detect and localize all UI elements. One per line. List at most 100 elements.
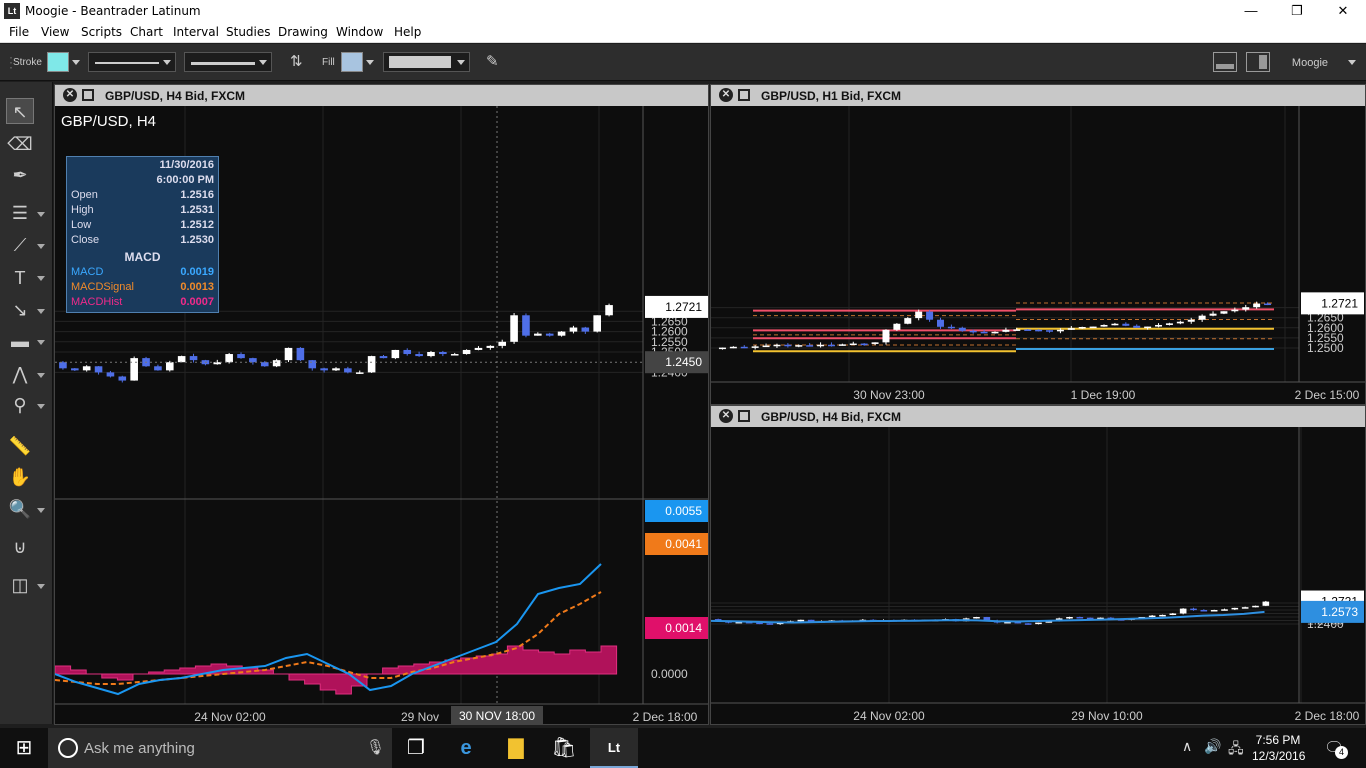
candle-body	[225, 354, 233, 363]
windows-taskbar: ⊞ Ask me anything 🎙 ❐ e ▇ 🛍 Lt ∧ 🔊 🖧 7:5…	[0, 728, 1366, 768]
price-tick-label: 1.2500	[1307, 341, 1344, 355]
low-label: Low	[71, 219, 92, 231]
close-icon[interactable]: ✕	[719, 409, 733, 423]
menu-studies[interactable]: Studies	[226, 25, 271, 39]
pointer-icon[interactable]: ↖	[6, 98, 34, 124]
fill-style-dropdown[interactable]	[383, 52, 470, 72]
eraser-icon[interactable]: ⌫	[6, 131, 34, 157]
system-clock[interactable]: 7:56 PM 12/3/2016	[1252, 732, 1306, 764]
candle-body	[177, 356, 186, 363]
layout-horizontal-icon[interactable]	[1213, 52, 1237, 72]
maximize-pane-icon[interactable]	[738, 410, 750, 422]
candle-body	[94, 366, 103, 373]
trendline-icon[interactable]: ⟋	[6, 232, 34, 258]
chart-toggle-icon[interactable]: ◫	[6, 572, 34, 598]
candle-body	[1221, 609, 1228, 611]
chart-pane-bottom-right[interactable]: ✕ GBP/USD, H4 Bid, FXCM 1.27001.26501.26…	[710, 405, 1366, 725]
chevron-down-icon[interactable]	[1348, 60, 1356, 65]
candle-body	[947, 326, 955, 329]
chevron-down-icon[interactable]	[72, 60, 80, 65]
candle-body	[860, 343, 868, 346]
candle-body	[1100, 324, 1108, 327]
stroke-style-dropdown[interactable]	[88, 52, 176, 72]
ma-price-tag: 1.2573	[1321, 605, 1358, 619]
ruler-icon[interactable]: 📏	[6, 433, 34, 459]
time-tick-label: 29 Nov 10:00	[1071, 709, 1143, 723]
chart-pane-top-right[interactable]: ✕ GBP/USD, H1 Bid, FXCM 1.27001.26501.26…	[710, 84, 1366, 405]
stroke-width-dropdown[interactable]	[184, 52, 272, 72]
candle-body	[510, 315, 518, 342]
candlestick-chart-h1[interactable]: 1.27001.26501.26001.25501.25001.272130 N…	[711, 106, 1365, 404]
candle-body	[59, 362, 67, 369]
horizontal-lines-icon[interactable]: ☰	[6, 200, 34, 226]
candle-body	[1148, 615, 1156, 618]
stroke-color-button[interactable]	[47, 52, 69, 72]
candle-body	[1089, 326, 1097, 329]
candle-body	[320, 368, 328, 371]
chart-background	[711, 427, 1365, 724]
chart-pane-left[interactable]: ✕ GBP/USD, H4 Bid, FXCM 1.27001.26501.26…	[54, 84, 709, 725]
pin-icon[interactable]: ✎	[486, 52, 499, 70]
maximize-pane-icon[interactable]	[738, 89, 750, 101]
high-value: 1.2531	[180, 204, 214, 216]
notification-count: 4	[1335, 746, 1348, 759]
rectangle-icon[interactable]: ▬	[6, 328, 34, 354]
layout-vertical-icon[interactable]	[1246, 52, 1270, 72]
menu-interval[interactable]: Interval	[173, 25, 219, 39]
maximize-button[interactable]: ❐	[1274, 0, 1320, 23]
arrow-icon[interactable]: ↘	[6, 297, 34, 323]
candle-body	[1209, 313, 1217, 316]
menu-file[interactable]: File	[9, 25, 29, 39]
candle-body	[973, 617, 980, 619]
close-icon[interactable]: ✕	[719, 88, 733, 102]
close-button[interactable]: ✕	[1320, 0, 1366, 23]
candle-body	[1200, 610, 1208, 612]
drawing-tools-panel: ↖ ⌫ ✒ ☰ ⟋ T ↘ ▬ ⋀ ⚲ 📏 ✋ 🔍 ⊍ ◫	[0, 82, 53, 724]
hand-icon[interactable]: ✋	[6, 464, 34, 490]
close-icon[interactable]: ✕	[63, 88, 77, 102]
microphone-icon[interactable]: 🎙	[366, 738, 385, 756]
candle-body	[1024, 329, 1032, 331]
last-price-tag: 1.2721	[1321, 296, 1358, 310]
store-icon[interactable]: 🛍	[540, 728, 588, 768]
candle-body	[740, 346, 748, 349]
clock-date: 12/3/2016	[1252, 749, 1306, 763]
taskbar-app-lt[interactable]: Lt	[590, 728, 638, 768]
candle-body	[534, 333, 542, 336]
open-value: 1.2516	[180, 189, 214, 201]
windows-start-icon[interactable]: ⊞	[0, 728, 48, 768]
time-tick-label: 2 Dec 18:00	[633, 710, 698, 724]
menu-drawing[interactable]: Drawing	[278, 25, 328, 39]
magnet-icon[interactable]: ⊍	[6, 534, 34, 560]
candle-body	[1111, 323, 1119, 326]
pen-icon[interactable]: ✒	[6, 162, 34, 188]
search-box[interactable]: Ask me anything 🎙	[48, 728, 392, 768]
swap-icon[interactable]: ⇅	[290, 52, 303, 70]
menu-scripts[interactable]: Scripts	[81, 25, 122, 39]
candle-body	[474, 347, 483, 350]
menu-window[interactable]: Window	[336, 25, 383, 39]
volume-icon[interactable]: 🔊	[1204, 738, 1221, 755]
menu-help[interactable]: Help	[394, 25, 421, 39]
user-profile-label[interactable]: Moogie	[1292, 57, 1328, 69]
chevron-down-icon[interactable]	[366, 60, 374, 65]
candle-body	[415, 354, 423, 357]
chevron-up-icon[interactable]: ∧	[1182, 738, 1192, 755]
candlestick-chart-h4-ma[interactable]: 1.27001.26501.26001.25501.25001.24501.24…	[711, 427, 1365, 724]
maximize-pane-icon[interactable]	[82, 89, 94, 101]
minimize-button[interactable]: —	[1228, 0, 1274, 23]
fill-color-button[interactable]	[341, 52, 363, 72]
candle-body	[450, 354, 459, 356]
text-icon[interactable]: T	[6, 265, 34, 291]
candle-body	[1013, 329, 1021, 331]
menu-view[interactable]: View	[41, 25, 69, 39]
zigzag-icon[interactable]: ⋀	[6, 361, 34, 387]
macd-label: MACD	[71, 266, 104, 278]
network-icon[interactable]: 🖧	[1228, 738, 1244, 762]
menu-chart[interactable]: Chart	[130, 25, 163, 39]
stamp-icon[interactable]: ⚲	[6, 392, 34, 418]
file-explorer-icon[interactable]: ▇	[492, 728, 540, 768]
edge-browser-icon[interactable]: e	[442, 728, 490, 768]
task-view-icon[interactable]: ❐	[392, 728, 440, 768]
zoom-icon[interactable]: 🔍	[6, 496, 34, 522]
